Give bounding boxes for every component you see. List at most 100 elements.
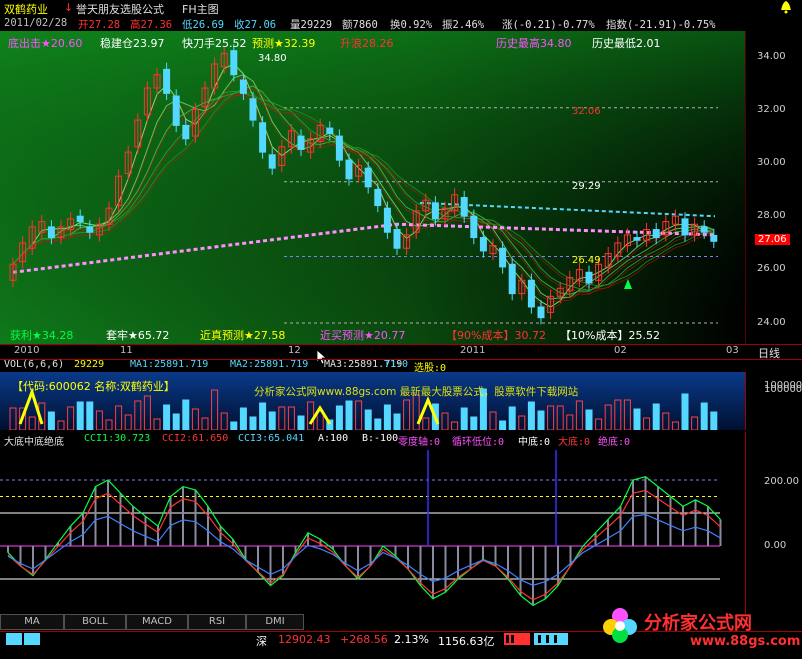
price-chart-panel[interactable]: 底出击★20.60 稳建仓23.97 快刀手25.52 预测★32.39 升浪2… [0, 31, 745, 365]
cci-indicator-panel[interactable] [0, 446, 745, 614]
candle [163, 68, 171, 94]
quote-open: 开27.28 [78, 19, 121, 31]
cci-histogram-bar [557, 546, 559, 586]
label-fast-blade: 快刀手25.52 [182, 37, 247, 50]
level-29: 29.29 [572, 181, 601, 192]
candle [345, 159, 353, 180]
candle [710, 234, 718, 242]
volume-panel[interactable]: 【代码:600062 名称:双鹤药业】 分析家公式网www.88gs.com 最… [0, 372, 802, 431]
date-tick: 11 [120, 345, 133, 356]
volume-bar [230, 421, 238, 431]
vol-t1: T1:0 [384, 359, 409, 370]
cci-histogram-bar [669, 496, 672, 546]
tab-rsi[interactable]: RSI [188, 614, 246, 630]
indicator-axis-tick: 200.00 [764, 476, 799, 487]
volume-bar [259, 402, 267, 431]
volume-bar [499, 420, 507, 431]
tab-boll[interactable]: BOLL [64, 614, 126, 630]
cci-histogram-bar [532, 546, 534, 606]
price-tick: 24.00 [757, 317, 786, 328]
volume-bar [335, 405, 343, 431]
cci-histogram-bar [432, 546, 434, 599]
price-tick: 30.00 [757, 157, 786, 168]
cci-histogram-bar [7, 546, 9, 553]
volume-bar [633, 408, 641, 431]
level-32: 32.06 [572, 106, 601, 117]
volume-bar [297, 415, 305, 431]
site-logo-text: 分析家公式网 [644, 613, 752, 634]
cci-histogram-bar [169, 496, 172, 546]
candle [652, 229, 660, 239]
candle [508, 263, 516, 295]
volume-axis-line [745, 372, 746, 430]
candle [259, 122, 267, 153]
market-index-value: 12902.43 [278, 633, 331, 646]
down-arrow-icon: ↓ [64, 1, 74, 14]
tab-ma[interactable]: MA [0, 614, 64, 630]
indicator-tabs: MA BOLL MACD RSI DMI [0, 614, 600, 630]
label-bottom-attack: 底出击★20.60 [8, 37, 83, 50]
volume-axis-tick: 100000 [764, 384, 802, 395]
cci-histogram-bar [194, 489, 197, 546]
cci-histogram-bar [269, 546, 272, 586]
date-tick: 2011 [460, 345, 486, 356]
bell-icon[interactable] [778, 0, 794, 14]
date-tick: 03 [726, 345, 739, 356]
site-url: www.88gs.com [690, 634, 801, 649]
volume-bar [700, 402, 708, 431]
chart-mode[interactable]: FH主图 [182, 1, 219, 17]
quote-date: 2011/02/28 [4, 17, 68, 29]
cci-histogram-bar [182, 486, 184, 546]
candle [86, 226, 94, 233]
quote-turnover: 换0.92% [390, 19, 433, 31]
vol-ma1: MA1:25891.719 [130, 359, 209, 370]
price-tick: 32.00 [757, 104, 786, 115]
candle [527, 279, 535, 308]
volume-bar [537, 410, 545, 431]
price-tick: 28.00 [757, 210, 786, 221]
flower-logo-icon [600, 605, 640, 645]
candle [499, 247, 507, 268]
stock-name[interactable]: 双鹤药业 [4, 1, 48, 17]
candle [230, 50, 238, 76]
cci-histogram-bar [444, 546, 447, 593]
stock-info-label: 【代码:600062 名称:双鹤药业】 [12, 380, 175, 393]
cci-histogram-bar [219, 526, 222, 546]
formula-title[interactable]: 誉天朋友选股公式 [76, 1, 164, 17]
cci-histogram-bar [457, 546, 459, 579]
status-bar: 深 12902.43 +268.56 2.13% 1156.63亿 分析家公式网… [0, 608, 802, 659]
tab-macd[interactable]: MACD [126, 614, 188, 630]
candle [393, 229, 401, 249]
volume-bar [383, 404, 391, 431]
volume-bar [470, 416, 478, 431]
volume-bar [374, 418, 382, 431]
date-tick: 02 [614, 345, 627, 356]
volume-bar [86, 401, 94, 431]
volume-bar [239, 407, 247, 431]
indicator-info: 大底中底绝底 CCI1:30.723 CCI2:61.650 CCI3:65.0… [0, 432, 802, 448]
quote-change: 涨(-0.21)-0.77% [502, 19, 595, 31]
cci-histogram-bar [357, 546, 359, 579]
candle [681, 218, 689, 236]
cci-histogram-bar [69, 526, 72, 546]
volume-bar [508, 406, 516, 431]
candle [431, 202, 439, 220]
candle [172, 95, 180, 126]
cci-histogram-bar [619, 506, 622, 546]
cci-histogram-bar [419, 546, 422, 586]
candle [47, 226, 55, 239]
label-forecast: 预测★32.39 [252, 37, 316, 50]
price-chart[interactable] [0, 31, 745, 344]
tab-dmi[interactable]: DMI [246, 614, 304, 630]
cci-histogram-bar [607, 519, 609, 546]
quote-close: 收27.06 [234, 19, 277, 31]
cci-histogram-bar [132, 506, 134, 546]
market-status-icon [6, 633, 22, 645]
candle [383, 207, 391, 233]
vol-title: VOL(6,6,6) [4, 359, 65, 370]
candle [239, 79, 247, 94]
volume-bar [364, 409, 372, 431]
quote-amount: 额7860 [342, 19, 378, 31]
volume-bar [710, 411, 718, 431]
candle [700, 226, 708, 233]
